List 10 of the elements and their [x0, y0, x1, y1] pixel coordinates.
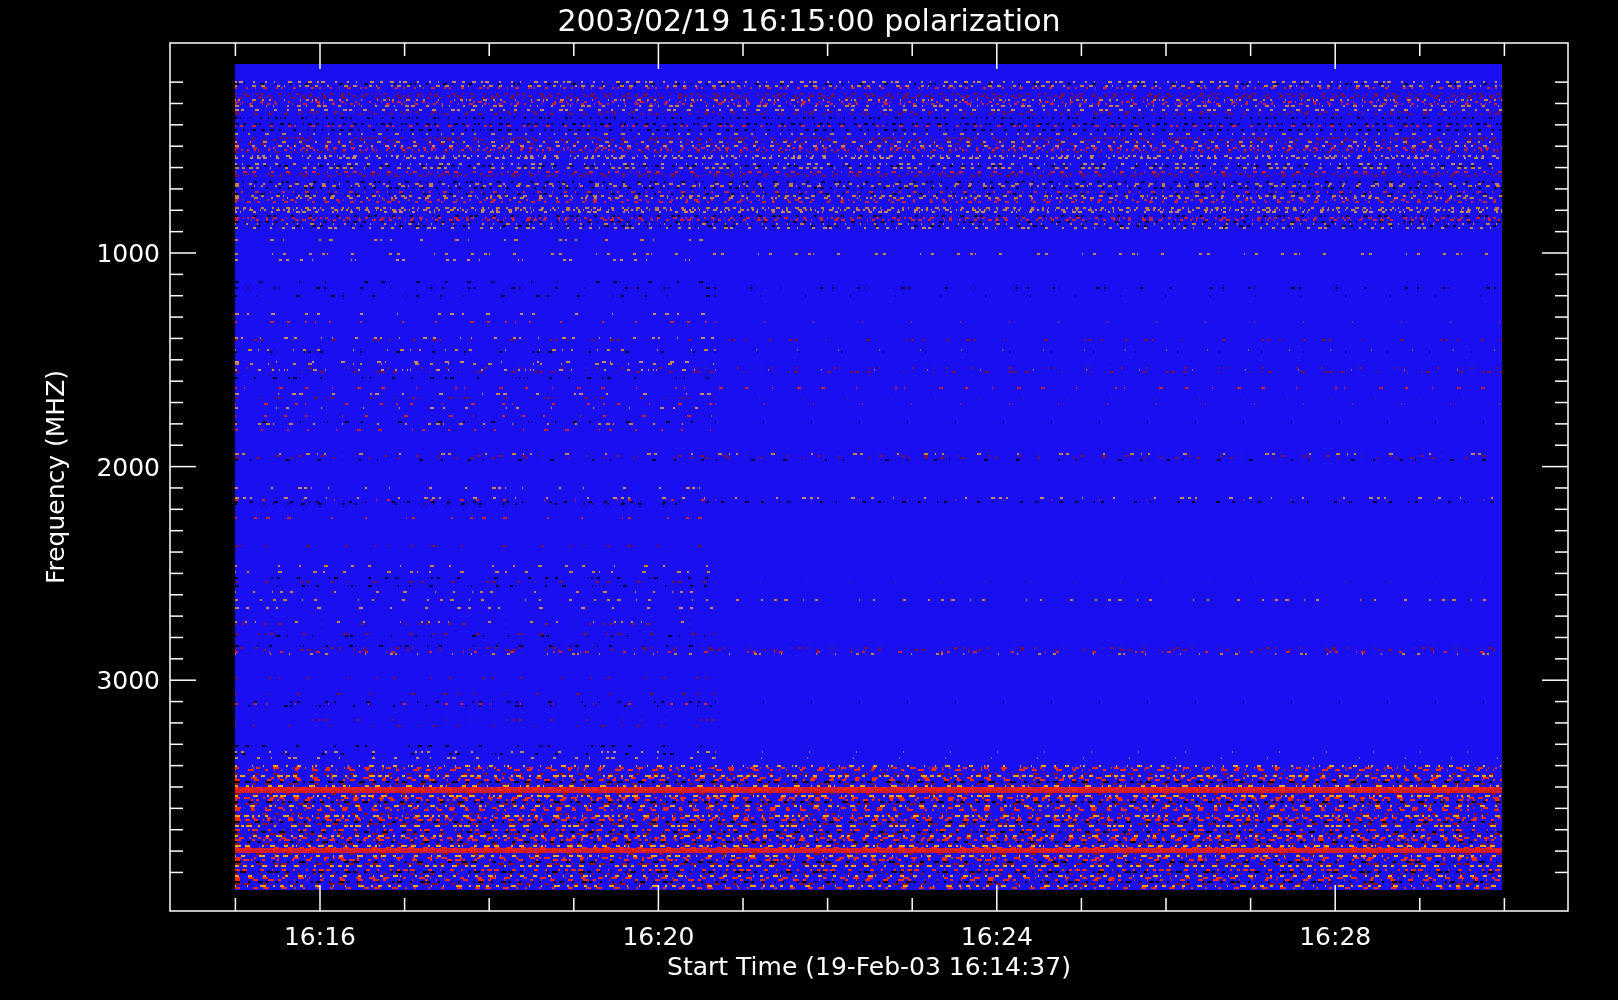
y-tick-label: 1000 [96, 239, 160, 268]
plot-title: 2003/02/19 16:15:00 polarization [557, 3, 1061, 38]
y-axis-label: Frequency (MHZ) [41, 369, 70, 585]
x-tick-label: 16:28 [1299, 922, 1372, 951]
y-tick-label: 3000 [96, 666, 160, 696]
y-tick-label: 2000 [96, 452, 160, 482]
x-tick-label: 16:20 [622, 922, 695, 951]
x-tick-label: 16:24 [960, 922, 1033, 951]
x-tick-label: 16:16 [284, 922, 356, 951]
x-axis-label: Start Time (19-Feb-03 16:14:37) [667, 952, 1071, 981]
